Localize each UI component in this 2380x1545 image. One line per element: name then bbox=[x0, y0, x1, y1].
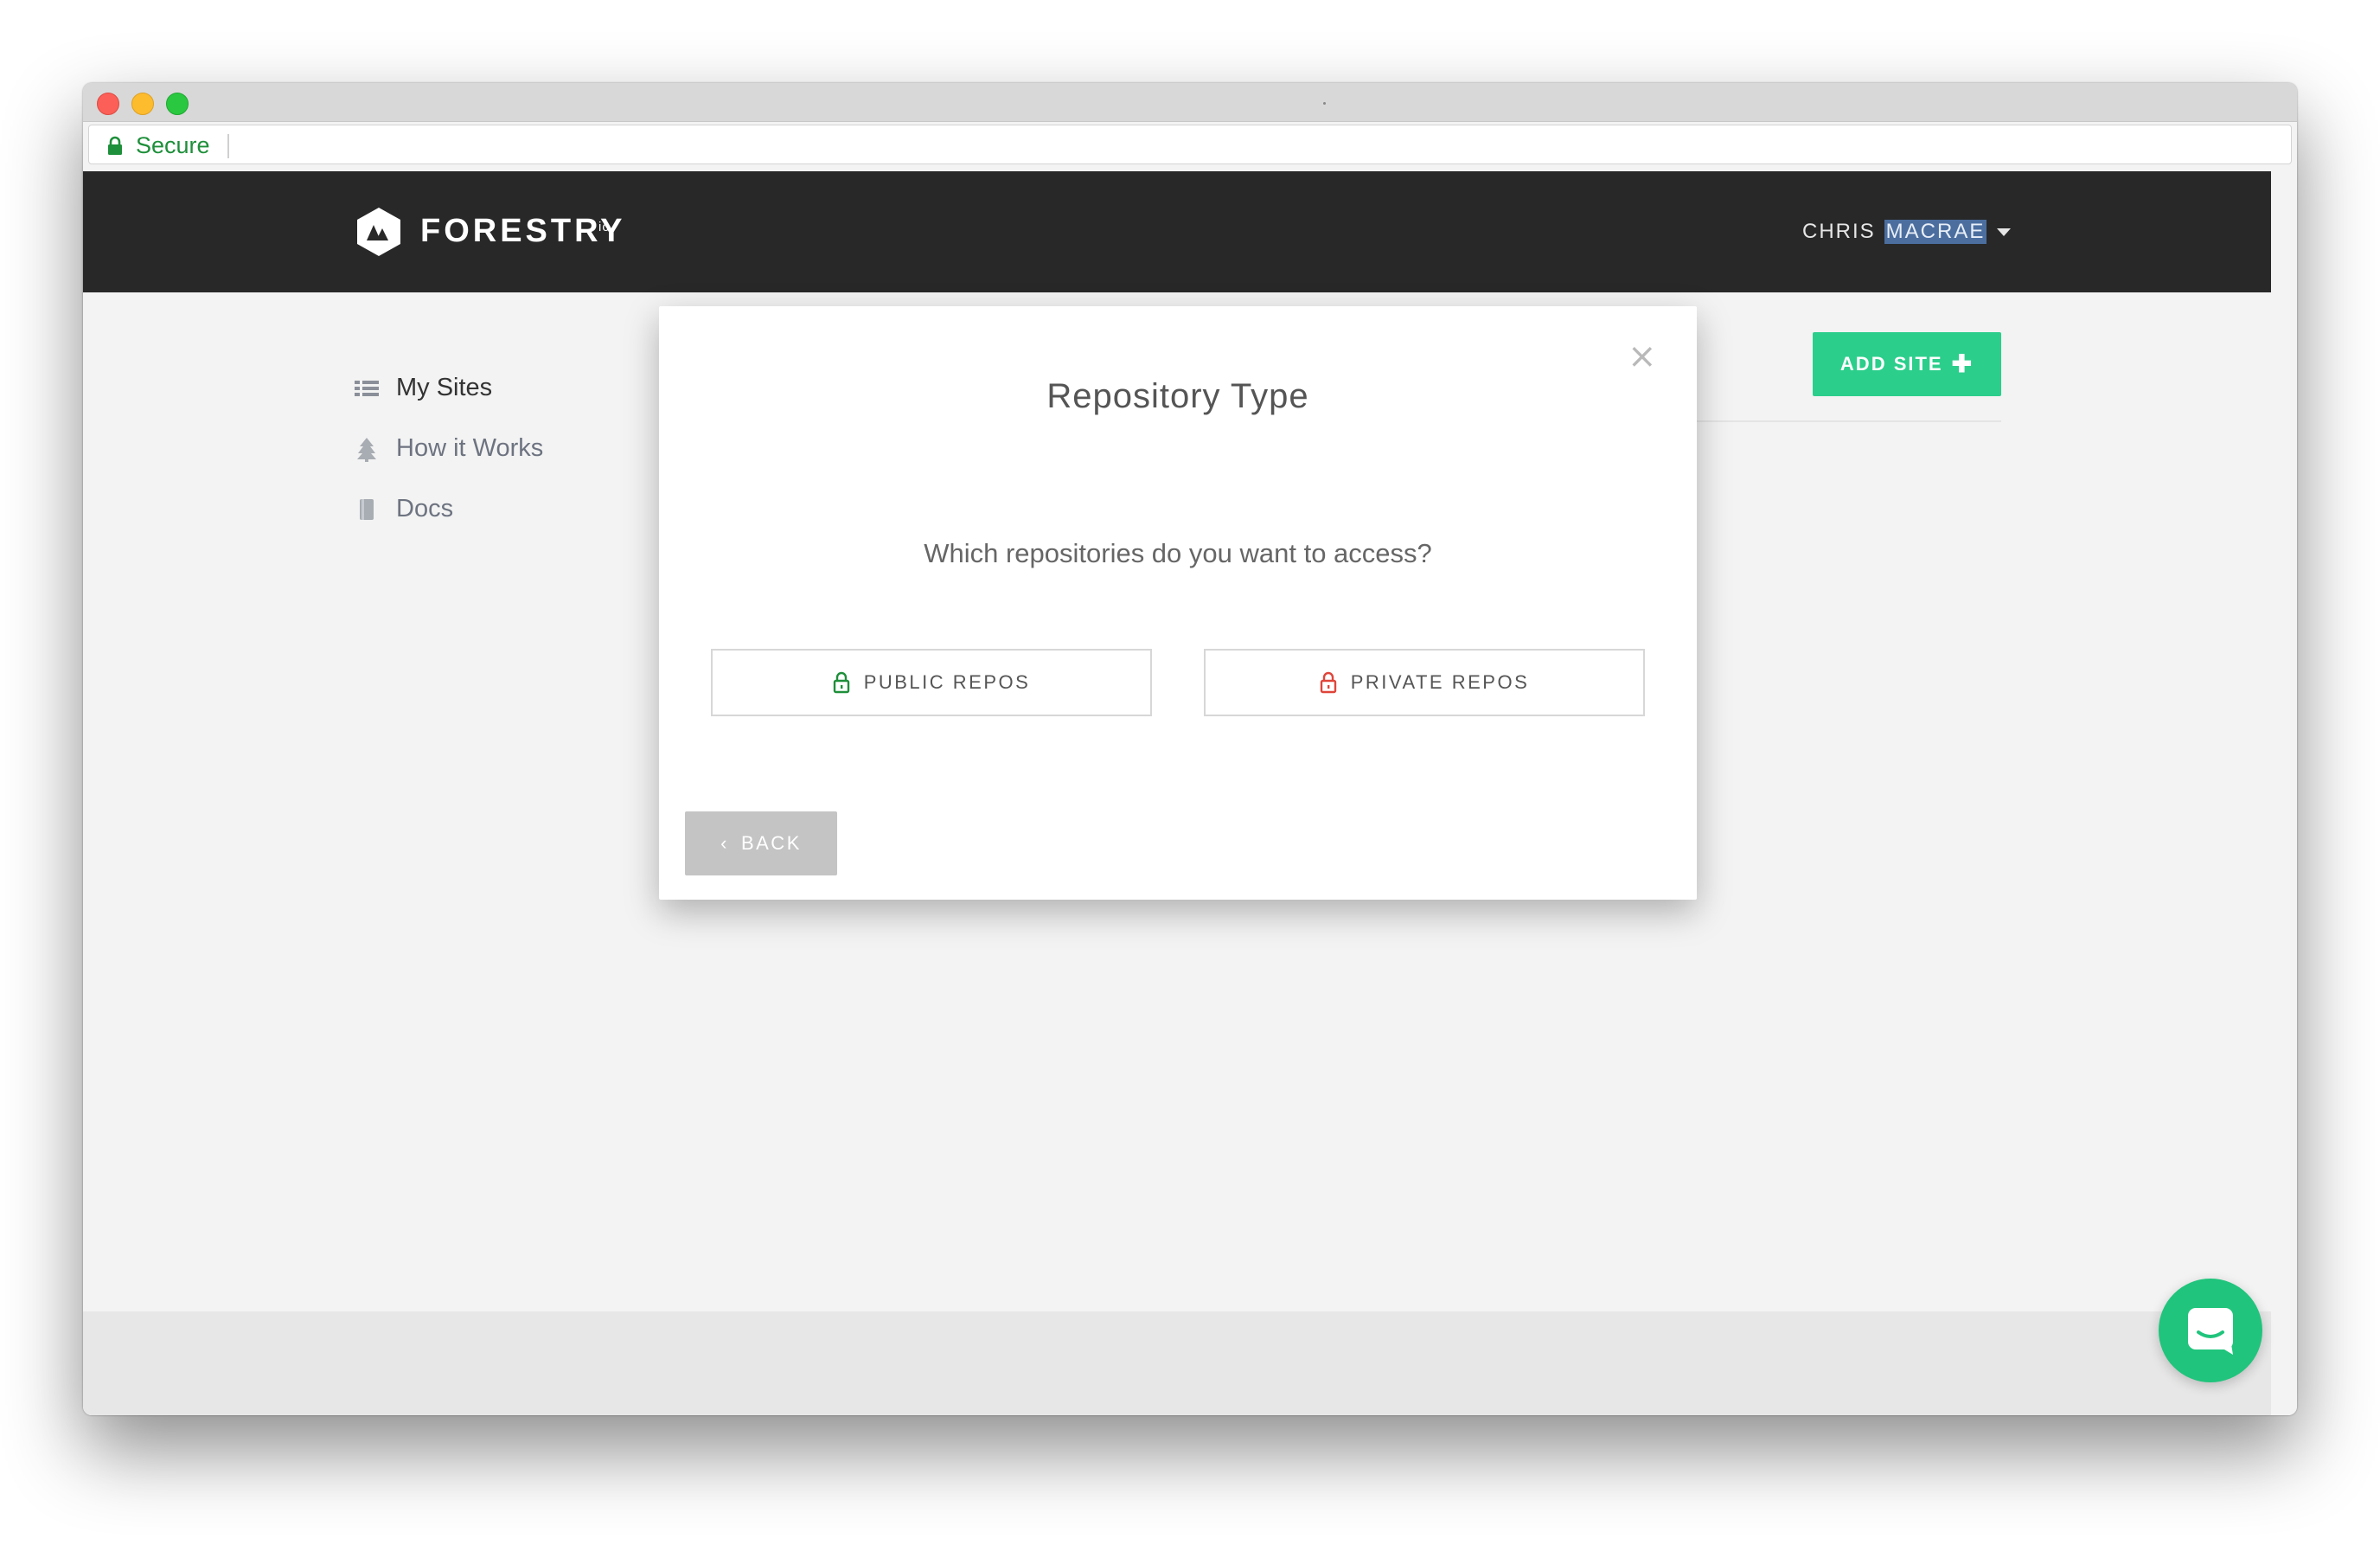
back-button[interactable]: ‹ BACK bbox=[685, 811, 837, 875]
maximize-window-button[interactable] bbox=[166, 93, 189, 115]
private-repos-label: PRIVATE REPOS bbox=[1350, 671, 1530, 693]
sidebar-item-label: How it Works bbox=[396, 434, 544, 462]
sidebar-item-docs[interactable]: Docs bbox=[353, 495, 453, 523]
chevron-left-icon: ‹ bbox=[720, 832, 729, 854]
close-icon[interactable]: × bbox=[1628, 339, 1657, 374]
close-window-button[interactable] bbox=[97, 93, 119, 115]
sidebar-item-label: My Sites bbox=[396, 374, 493, 401]
user-first-name: CHRIS bbox=[1802, 220, 1876, 243]
list-icon bbox=[355, 380, 379, 396]
public-repos-label: PUBLIC REPOS bbox=[863, 671, 1031, 693]
top-navbar: FORESTRY io CHRIS MACRAE bbox=[83, 171, 2271, 292]
lock-icon bbox=[1320, 671, 1336, 694]
logo-text[interactable]: FORESTRY bbox=[420, 211, 626, 251]
titlebar-dot bbox=[1323, 102, 1326, 105]
lock-icon bbox=[108, 136, 122, 155]
private-repos-button[interactable]: PRIVATE REPOS bbox=[1204, 649, 1645, 716]
modal-question: Which repositories do you want to access… bbox=[924, 538, 1432, 568]
app-viewport: FORESTRY io CHRIS MACRAE My Sites How it… bbox=[83, 171, 2271, 1415]
repository-type-modal: × Repository Type Which repositories do … bbox=[659, 306, 1697, 900]
address-divider bbox=[227, 134, 229, 158]
secure-label: Secure bbox=[136, 132, 210, 158]
minimize-window-button[interactable] bbox=[131, 93, 154, 115]
public-repos-button[interactable]: PUBLIC REPOS bbox=[711, 649, 1152, 716]
logo-superscript: io bbox=[598, 220, 611, 234]
user-menu[interactable]: CHRIS MACRAE bbox=[1802, 216, 2012, 247]
back-label: BACK bbox=[740, 832, 802, 854]
browser-titlebar bbox=[83, 83, 2297, 122]
browser-window: Secure FORESTRY io CHRIS MACRAE My Sites… bbox=[83, 83, 2297, 1415]
unlock-icon bbox=[833, 671, 849, 694]
address-bar[interactable]: Secure bbox=[88, 125, 2292, 164]
sidebar-item-label: Docs bbox=[396, 495, 454, 522]
user-last-name: MACRAE bbox=[1884, 220, 1987, 244]
forestry-logo-icon[interactable] bbox=[355, 206, 403, 258]
scrollbar-gutter bbox=[2271, 171, 2297, 1415]
chat-launcher-button[interactable] bbox=[2159, 1279, 2262, 1382]
chat-icon bbox=[2188, 1308, 2233, 1355]
sidebar-item-how-it-works[interactable]: How it Works bbox=[353, 434, 543, 463]
footer-area bbox=[83, 1311, 2271, 1415]
tree-icon bbox=[357, 437, 376, 462]
add-site-button[interactable]: ADD SITE ✚ bbox=[1813, 332, 2001, 396]
caret-down-icon bbox=[1997, 228, 2012, 236]
plus-icon: ✚ bbox=[1951, 350, 1974, 377]
modal-title: Repository Type bbox=[1046, 377, 1309, 415]
sidebar-item-my-sites[interactable]: My Sites bbox=[353, 374, 492, 402]
book-icon bbox=[360, 498, 374, 520]
add-site-label: ADD SITE bbox=[1839, 353, 1943, 375]
content-divider bbox=[1697, 420, 2001, 422]
